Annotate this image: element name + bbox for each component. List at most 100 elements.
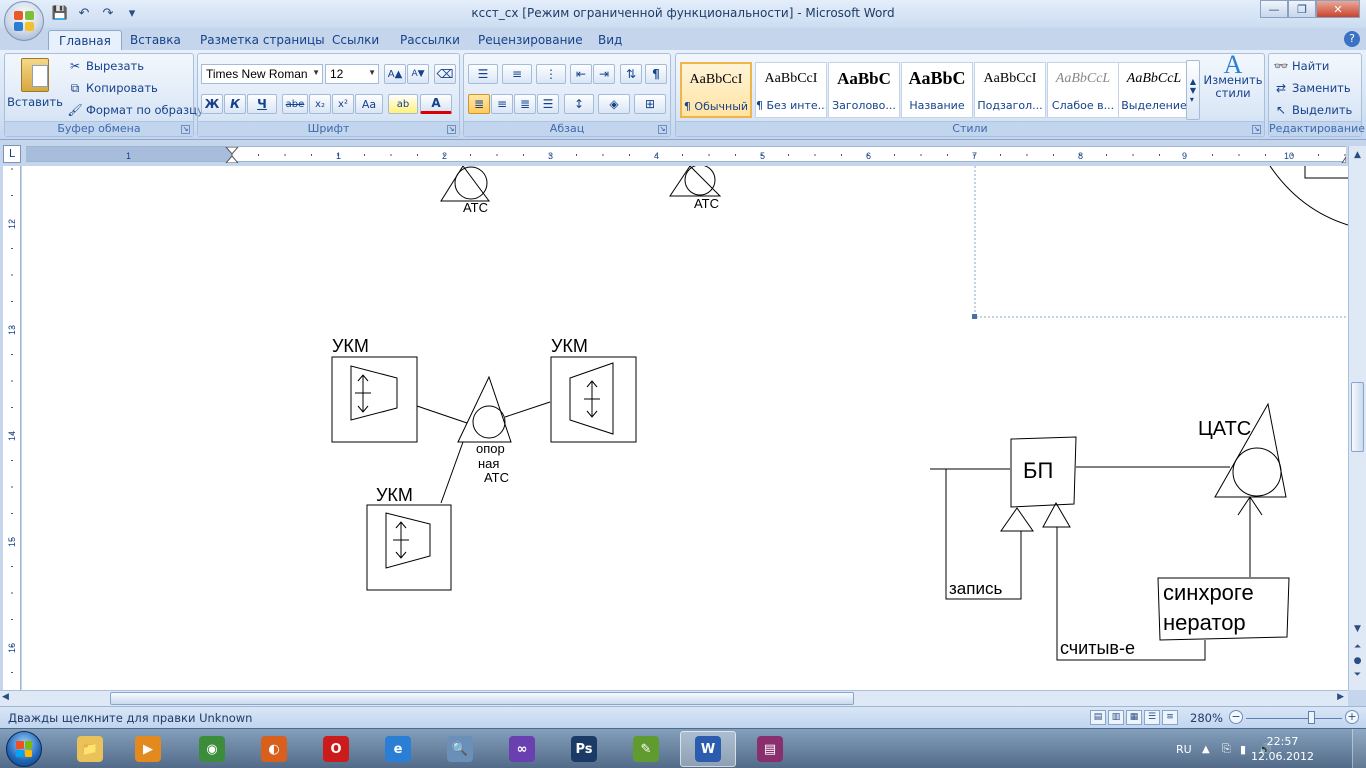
tab-references[interactable]: Ссылки <box>322 30 389 50</box>
tab-page-layout[interactable]: Разметка страницы <box>190 30 335 50</box>
vertical-scrollbar[interactable]: ▲ ▼ ⏶ ● ⏷ <box>1348 146 1366 690</box>
highlight-button[interactable]: ab <box>388 94 418 114</box>
taskbar-app-search-tool[interactable]: 🔍 <box>432 731 488 767</box>
network-diagram[interactable]: АТС АТС УКМ УКМ УКМ опор ная АТС БП ЦАТС… <box>22 166 1348 690</box>
paste-button[interactable]: Вставить <box>7 58 63 109</box>
borders-button[interactable]: ⊞ <box>634 94 666 114</box>
start-button[interactable] <box>6 731 42 767</box>
dialog-launcher-icon[interactable]: ↘ <box>658 125 667 134</box>
tray-usb-icon[interactable]: ⎘ <box>1222 729 1231 768</box>
style-title[interactable]: AaBbC Название <box>901 62 973 118</box>
right-indent-marker[interactable] <box>1341 156 1346 163</box>
document-page[interactable]: АТС АТС УКМ УКМ УКМ опор ная АТС БП ЦАТС… <box>22 166 1348 690</box>
hanging-indent-marker[interactable] <box>225 155 239 163</box>
dialog-launcher-icon[interactable]: ↘ <box>447 125 456 134</box>
taskbar-app-firefox[interactable]: ◐ <box>246 731 302 767</box>
change-case-button[interactable]: Aa <box>355 94 383 114</box>
prev-page-icon[interactable]: ⏶ <box>1351 642 1364 655</box>
dialog-launcher-icon[interactable]: ↘ <box>181 125 190 134</box>
office-button[interactable] <box>4 1 44 41</box>
strikethrough-button[interactable]: abe <box>282 94 308 114</box>
language-indicator[interactable]: RU <box>1176 729 1192 768</box>
format-painter-button[interactable]: 🖌 Формат по образцу <box>67 102 203 118</box>
numbering-button[interactable]: ≡ <box>502 64 532 84</box>
zoom-out-button[interactable]: − <box>1229 710 1243 724</box>
justify-button[interactable]: ☰ <box>537 94 559 114</box>
tab-selector-button[interactable]: L <box>3 145 21 163</box>
italic-button[interactable]: К <box>224 94 246 114</box>
line-spacing-button[interactable]: ↕ <box>564 94 594 114</box>
close-button[interactable]: ✕ <box>1316 0 1360 18</box>
browse-object-icon[interactable]: ● <box>1351 656 1364 669</box>
zoom-in-button[interactable]: + <box>1345 710 1359 724</box>
grow-font-button[interactable]: A▲ <box>384 64 406 84</box>
tab-review[interactable]: Рецензирование <box>468 30 593 50</box>
align-center-button[interactable]: ≡ <box>491 94 513 114</box>
bold-button[interactable]: Ж <box>201 94 223 114</box>
first-line-indent-marker[interactable] <box>225 147 239 155</box>
taskbar-app-internet-explorer[interactable]: e <box>370 731 426 767</box>
scroll-down-icon[interactable]: ▼ <box>1351 624 1364 637</box>
font-color-button[interactable]: A <box>420 94 452 114</box>
subscript-button[interactable]: x₂ <box>309 94 331 114</box>
clear-format-button[interactable]: ⌫ <box>434 64 456 84</box>
draft-view-icon[interactable]: ≡ <box>1162 710 1178 725</box>
full-screen-reading-icon[interactable]: ▥ <box>1108 710 1124 725</box>
style-subtle-emphasis[interactable]: AaBbCcL Слабое в... <box>1047 62 1119 118</box>
web-layout-icon[interactable]: ▦ <box>1126 710 1142 725</box>
taskbar-app-visual-studio[interactable]: ∞ <box>494 731 550 767</box>
taskbar-app-media-player[interactable]: ▶ <box>120 731 176 767</box>
restore-button[interactable]: ❐ <box>1288 0 1316 18</box>
select-button[interactable]: ↖ Выделить <box>1273 102 1352 118</box>
scroll-up-icon[interactable]: ▲ <box>1351 150 1364 163</box>
styles-scroll[interactable]: ▲ ▼ ▾ <box>1186 60 1200 120</box>
show-formatting-button[interactable]: ¶ <box>645 64 667 84</box>
horizontal-scrollbar[interactable]: ◀ ▶ <box>0 690 1348 706</box>
cut-button[interactable]: ✂ Вырезать <box>67 58 144 74</box>
style-emphasis[interactable]: AaBbCcL Выделение <box>1118 62 1190 118</box>
copy-button[interactable]: ⧉ Копировать <box>67 80 158 96</box>
vertical-scroll-thumb[interactable] <box>1351 382 1364 452</box>
outline-view-icon[interactable]: ☰ <box>1144 710 1160 725</box>
tab-mailings[interactable]: Рассылки <box>390 30 470 50</box>
tray-network-icon[interactable]: ▮ <box>1240 729 1246 768</box>
help-icon[interactable]: ? <box>1344 31 1360 47</box>
dialog-launcher-icon[interactable]: ↘ <box>1252 125 1261 134</box>
tab-home[interactable]: Главная <box>48 30 122 50</box>
replace-button[interactable]: ⇄ Заменить <box>1273 80 1351 96</box>
superscript-button[interactable]: x² <box>332 94 354 114</box>
style-no-spacing[interactable]: AaBbCcI ¶ Без инте... <box>755 62 827 118</box>
multilevel-list-button[interactable]: ⋮ <box>536 64 566 84</box>
tab-insert[interactable]: Вставка <box>120 30 191 50</box>
clock[interactable]: 22:57 12.06.2012 <box>1251 734 1314 764</box>
next-page-icon[interactable]: ⏷ <box>1351 670 1364 683</box>
find-button[interactable]: 👓 Найти <box>1273 58 1330 74</box>
ruler-bar[interactable]: 1 1 2 3 4 5 6 7 8 9 10 <box>26 146 1346 163</box>
underline-button[interactable]: Ч <box>247 94 277 114</box>
taskbar-app-notepad-plus[interactable]: ✎ <box>618 731 674 767</box>
scroll-left-icon[interactable]: ◀ <box>2 692 9 702</box>
show-desktop-button[interactable] <box>1352 729 1366 768</box>
style-normal[interactable]: AaBbCcI ¶ Обычный <box>680 62 752 118</box>
horizontal-scroll-thumb[interactable] <box>110 692 854 705</box>
taskbar-app-explorer[interactable]: 📁 <box>62 731 118 767</box>
tray-expand-icon[interactable]: ▲ <box>1202 729 1210 768</box>
align-left-button[interactable]: ≣ <box>468 94 490 114</box>
zoom-slider-thumb[interactable] <box>1308 711 1315 724</box>
style-heading-1[interactable]: AaBbC Заголово... <box>828 62 900 118</box>
taskbar-app-word[interactable]: W <box>680 731 736 767</box>
minimize-button[interactable]: — <box>1260 0 1288 18</box>
change-styles-button[interactable]: A Изменить стили <box>1203 52 1263 100</box>
sort-button[interactable]: ⇅ <box>620 64 642 84</box>
taskbar-app-photoshop[interactable]: Ps <box>556 731 612 767</box>
shrink-font-button[interactable]: A▼ <box>407 64 429 84</box>
zoom-level[interactable]: 280% <box>1190 711 1223 725</box>
taskbar-app-opera[interactable]: O <box>308 731 364 767</box>
font-size-combo[interactable]: 12 ▼ <box>325 64 379 84</box>
scroll-right-icon[interactable]: ▶ <box>1337 692 1344 702</box>
zoom-slider-track[interactable] <box>1246 718 1342 719</box>
print-layout-view-icon[interactable]: ▤ <box>1090 710 1106 725</box>
style-subtitle[interactable]: AaBbCcI Подзагол... <box>974 62 1046 118</box>
font-name-combo[interactable]: Times New Roman ▼ <box>201 64 323 84</box>
taskbar-app-chrome[interactable]: ◉ <box>184 731 240 767</box>
